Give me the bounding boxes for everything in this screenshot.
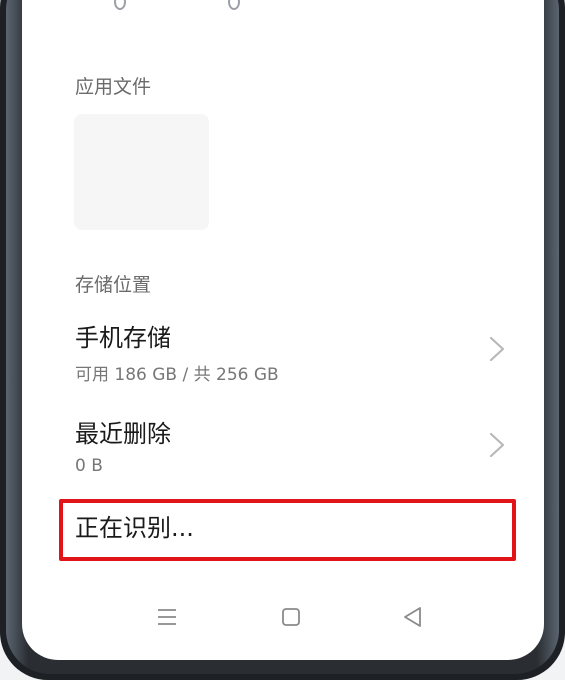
screen-content: 应用文件 存储位置 手机存储 可用 186 GB / 共 256 GB 最近删除… (22, 0, 544, 637)
menu-icon[interactable] (154, 604, 180, 630)
clipped-text-fragment (228, 0, 240, 10)
phone-storage-title: 手机存储 (75, 324, 171, 352)
phone-storage-subtitle: 可用 186 GB / 共 256 GB (75, 365, 279, 385)
chevron-right-icon (489, 432, 505, 458)
clipped-text-fragment (114, 0, 126, 10)
recognizing-status: 正在识别... (75, 514, 194, 542)
chevron-right-icon (489, 336, 505, 362)
storage-location-section-label: 存储位置 (75, 274, 152, 296)
screen: 应用文件 存储位置 手机存储 可用 186 GB / 共 256 GB 最近删除… (22, 0, 544, 660)
back-icon[interactable] (400, 604, 426, 630)
home-icon[interactable] (278, 604, 304, 630)
recently-deleted-subtitle: 0 B (75, 456, 103, 476)
app-files-thumbnail[interactable] (74, 114, 209, 230)
navigation-bar (22, 604, 544, 634)
recently-deleted-title: 最近删除 (75, 420, 171, 448)
app-files-section-label: 应用文件 (75, 76, 152, 98)
recently-deleted-row[interactable]: 最近删除 0 B (22, 408, 544, 488)
phone-storage-row[interactable]: 手机存储 可用 186 GB / 共 256 GB (22, 312, 544, 392)
